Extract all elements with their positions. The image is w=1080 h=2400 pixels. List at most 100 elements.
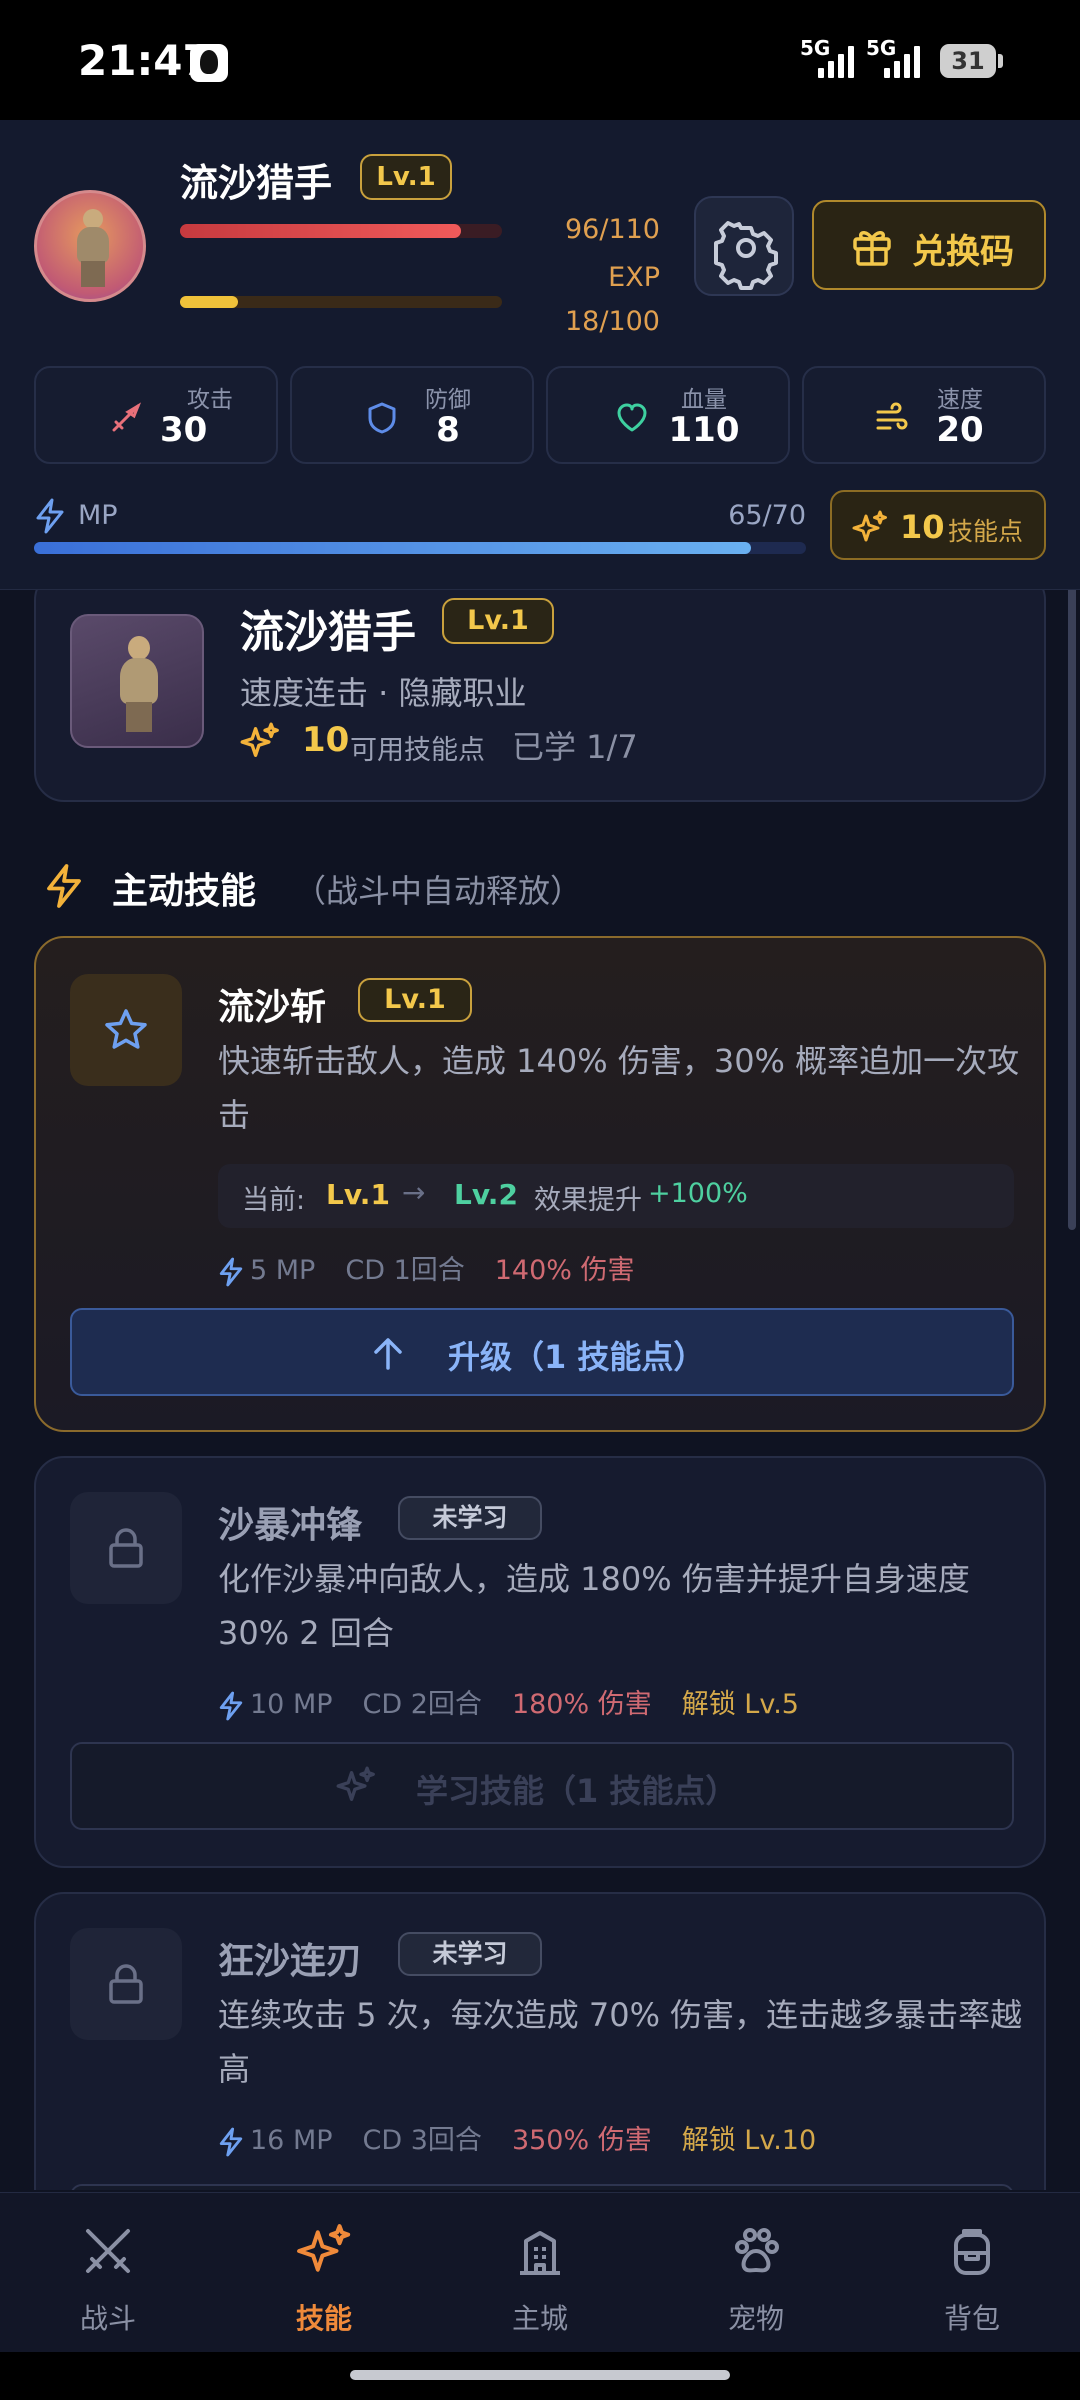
skills-scroll-area[interactable]: 流沙猎手 Lv.1 速度连击 · 隐藏职业 10 可用技能点 已学 1/7 主动… [0, 590, 1080, 2190]
skill-card-quicksand-slash[interactable]: 流沙斩 Lv.1 快速斩击敌人，造成 140% 伤害，30% 概率追加一次攻击 … [34, 936, 1046, 1432]
skill-points-button[interactable]: 10 技能点 [830, 490, 1046, 560]
signal-bars-1-icon [818, 44, 862, 78]
nav-label: 宠物 [727, 2302, 784, 2335]
skill-cooldown: CD 2回合 [362, 1689, 482, 1720]
upgrade-button-label: 升级（1 技能点） [448, 1338, 706, 1376]
skill-cooldown: CD 1回合 [345, 1255, 465, 1286]
class-info-card: 流沙猎手 Lv.1 速度连击 · 隐藏职业 10 可用技能点 已学 1/7 [34, 590, 1046, 802]
skill-name: 狂沙连刃 [218, 1941, 363, 1982]
learn-skill-button[interactable]: 学习技能（1 技能点） [70, 1742, 1014, 1830]
sparkles-icon [336, 1766, 375, 1801]
skill-card-frenzied-sand-blades[interactable]: 狂沙连刃 未学习 连续攻击 5 次，每次造成 70% 伤害，连击越多暴击率越高 … [34, 1892, 1046, 2190]
home-indicator[interactable] [350, 2370, 730, 2380]
learn-skill-button[interactable] [70, 2184, 1014, 2190]
character-figure [114, 636, 164, 736]
learn-button-label: 学习技能（1 技能点） [416, 1772, 738, 1810]
mp-bolt-icon [219, 1691, 243, 1720]
sparkles-icon [240, 722, 279, 757]
skill-icon-box [70, 1928, 182, 2040]
nav-battle[interactable]: 战斗 [0, 2193, 216, 2353]
building-icon [520, 2231, 560, 2275]
redeem-code-button[interactable]: 兑换码 [812, 200, 1046, 290]
redeem-code-label: 兑换码 [912, 232, 1014, 272]
skill-status-badge: 未学习 [398, 1496, 542, 1540]
learned-count: 已学 1/7 [512, 728, 638, 766]
hp-bar-fill [180, 224, 462, 238]
bolt-icon [47, 864, 81, 908]
section-title: 主动技能 [112, 871, 257, 912]
upgrade-effect-label: 效果提升 [534, 1185, 642, 1216]
swords-icon [86, 2229, 130, 2273]
player-avatar[interactable] [34, 190, 146, 302]
skill-meta: 16 MP CD 3回合 350% 伤害 解锁 Lv.10 [218, 2118, 846, 2157]
player-level-badge: Lv.1 [360, 154, 452, 200]
backpack-icon [954, 2229, 990, 2275]
class-portrait [70, 614, 204, 748]
skill-level-badge: Lv.1 [358, 978, 472, 1022]
upgrade-preview: 当前: Lv.1 → Lv.2 效果提升 +100% [218, 1164, 1014, 1228]
stat-card-attack: 攻击 30 [34, 366, 278, 464]
nav-label: 主城 [511, 2302, 568, 2335]
lock-icon [109, 1528, 143, 1568]
skill-description: 快速斩击敌人，造成 140% 伤害，30% 概率追加一次攻击 [218, 1042, 1020, 1134]
stat-card-defense: 防御 8 [290, 366, 534, 464]
sparkles-icon [297, 2224, 351, 2272]
stat-value: 110 [668, 410, 740, 450]
skill-meta: 10 MP CD 2回合 180% 伤害 解锁 Lv.5 [218, 1682, 829, 1721]
upgrade-effect-value: +100% [648, 1178, 748, 1209]
nav-skills[interactable]: 技能 [216, 2193, 432, 2353]
gift-icon [853, 231, 891, 266]
exp-label: EXP [608, 262, 660, 293]
skill-meta: 5 MP CD 1回合 140% 伤害 [218, 1248, 665, 1287]
sparkles-icon [852, 510, 887, 542]
lock-icon [109, 1964, 143, 2004]
battery-nub [998, 54, 1003, 68]
skill-unlock-level: 解锁 Lv.10 [681, 2125, 817, 2156]
skill-card-sandstorm-charge[interactable]: 沙暴冲锋 未学习 化作沙暴冲向敌人，造成 180% 伤害并提升自身速度 30% … [34, 1456, 1046, 1868]
nav-pets[interactable]: 宠物 [648, 2193, 864, 2353]
nav-main-city[interactable]: 主城 [432, 2193, 648, 2353]
available-points-label: 可用技能点 [350, 735, 485, 766]
stat-label: 速度 [937, 387, 983, 413]
stat-label: 攻击 [187, 387, 233, 413]
qq-notification-icon [190, 44, 228, 82]
upgrade-to-level: Lv.2 [454, 1178, 518, 1211]
stat-card-speed: 速度 20 [802, 366, 1046, 464]
skill-mp-cost: 10 MP [250, 1689, 333, 1720]
skill-description: 化作沙暴冲向敌人，造成 180% 伤害并提升自身速度 30% 2 回合 [218, 1560, 970, 1652]
exp-value: 18/100 [565, 306, 660, 337]
skill-mp-cost: 16 MP [250, 2125, 333, 2156]
upgrade-skill-button[interactable]: 升级（1 技能点） [70, 1308, 1014, 1396]
star-icon [105, 1009, 147, 1049]
upgrade-from-level: Lv.1 [326, 1178, 390, 1211]
stat-value: 20 [936, 410, 984, 450]
stat-card-hp: 血量 110 [546, 366, 790, 464]
class-name: 流沙猎手 [240, 607, 416, 658]
stat-value: 30 [160, 410, 208, 450]
skill-mp-cost: 5 MP [250, 1255, 316, 1286]
settings-button[interactable] [694, 196, 794, 296]
hp-value: 96/110 [565, 214, 660, 245]
skill-damage: 140% 伤害 [494, 1255, 635, 1286]
nav-label: 战斗 [79, 2302, 136, 2335]
skill-damage: 350% 伤害 [511, 2125, 652, 2156]
player-name: 流沙猎手 [180, 161, 333, 205]
class-level-badge: Lv.1 [442, 598, 554, 644]
battery-icon: 31 [940, 44, 996, 78]
arrow-up-icon [374, 1338, 402, 1370]
nav-label: 背包 [943, 2302, 1000, 2335]
skill-name: 沙暴冲锋 [218, 1505, 363, 1546]
stat-label: 防御 [425, 387, 471, 413]
exp-bar [180, 296, 502, 308]
paw-icon [735, 2228, 779, 2273]
section-subtitle: （战斗中自动释放） [294, 872, 583, 910]
nav-label: 技能 [295, 2302, 352, 2335]
stat-label: 血量 [681, 387, 727, 413]
exp-bar-fill [180, 296, 238, 308]
nav-backpack[interactable]: 背包 [864, 2193, 1080, 2353]
mp-bar [34, 542, 806, 554]
skill-cooldown: CD 3回合 [362, 2125, 482, 2156]
mp-bar-fill [34, 542, 752, 554]
scrollbar-thumb[interactable] [1068, 590, 1076, 1230]
skill-unlock-level: 解锁 Lv.5 [681, 1689, 799, 1720]
